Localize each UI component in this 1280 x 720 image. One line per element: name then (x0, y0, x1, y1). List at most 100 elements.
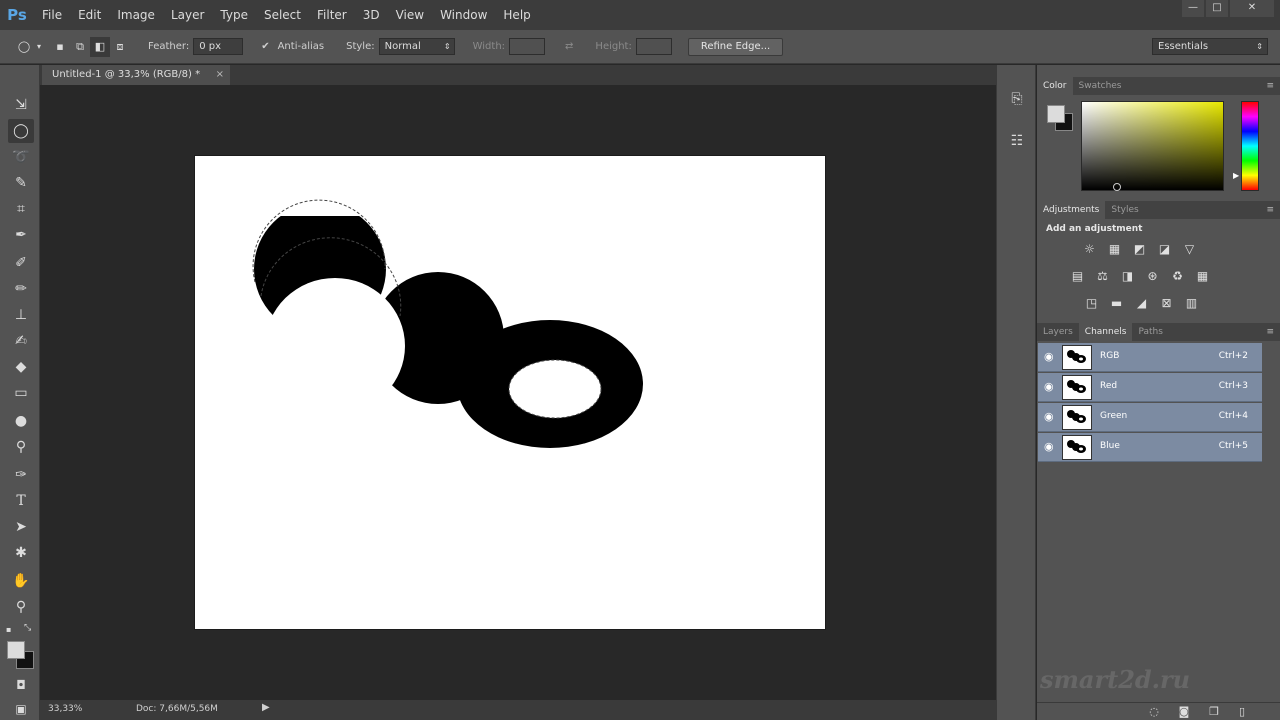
history-brush-icon[interactable]: ✍ (8, 329, 34, 353)
move-icon[interactable]: ⇲ (8, 93, 34, 117)
menu-file[interactable]: File (34, 0, 70, 30)
menu-select[interactable]: Select (256, 0, 309, 30)
channel-row-green[interactable]: ◉ Green Ctrl+4 (1038, 403, 1262, 432)
color-lookup-icon[interactable]: ▦ (1194, 267, 1211, 284)
add-to-selection-icon[interactable]: ⧉ (70, 37, 90, 57)
minimize-button[interactable]: — (1182, 0, 1204, 17)
tab-paths[interactable]: Paths (1132, 323, 1168, 341)
eyedropper-icon[interactable]: ✒ (8, 223, 34, 247)
visibility-eye-icon[interactable]: ◉ (1044, 350, 1054, 363)
default-colors-icon[interactable]: ▪ (6, 625, 11, 634)
channels-panel-menu-icon[interactable]: ≡ (1266, 323, 1274, 341)
elliptical-marquee-preset-icon[interactable]: ◯ (14, 37, 34, 57)
style-select[interactable]: Normal ⇕ (378, 38, 455, 55)
tab-styles[interactable]: Styles (1105, 201, 1144, 219)
tab-channels[interactable]: Channels (1078, 323, 1133, 341)
channel-row-blue[interactable]: ◉ Blue Ctrl+5 (1038, 433, 1262, 462)
close-button[interactable]: ✕ (1230, 0, 1274, 17)
menu-view[interactable]: View (388, 0, 432, 30)
brightness-contrast-icon[interactable]: ☼ (1081, 240, 1098, 257)
gradient-map-icon[interactable]: ▥ (1183, 294, 1200, 311)
selective-color-icon[interactable]: ⊠ (1158, 294, 1175, 311)
workspace-select[interactable]: Essentials ⇕ (1152, 38, 1268, 55)
menu-layer[interactable]: Layer (163, 0, 212, 30)
subtract-from-selection-icon[interactable]: ◧ (90, 36, 110, 57)
black-white-icon[interactable]: ◨ (1119, 267, 1136, 284)
vibrance-icon[interactable]: ▽ (1181, 240, 1198, 257)
tab-adjustments[interactable]: Adjustments (1037, 201, 1106, 219)
tab-color[interactable]: Color (1037, 77, 1073, 95)
path-selection-icon[interactable]: ➤ (8, 515, 34, 539)
levels-icon[interactable]: ▦ (1106, 240, 1123, 257)
height-input[interactable] (635, 38, 672, 55)
delete-channel-icon[interactable]: ▯ (1235, 705, 1249, 719)
hue-slider-handle-icon[interactable]: ▶ (1233, 171, 1239, 180)
lasso-icon[interactable]: ➰ (8, 145, 34, 169)
threshold-icon[interactable]: ◢ (1133, 294, 1150, 311)
pen-icon[interactable]: ✑ (8, 463, 34, 487)
posterize-icon[interactable]: ▬ (1108, 294, 1125, 311)
channel-row-red[interactable]: ◉ Red Ctrl+3 (1038, 373, 1262, 402)
curves-icon[interactable]: ◩ (1131, 240, 1148, 257)
quick-mask-icon[interactable]: ◘ (8, 673, 34, 697)
visibility-eye-icon[interactable]: ◉ (1044, 440, 1054, 453)
tab-swatches[interactable]: Swatches (1073, 77, 1128, 95)
hue-slider[interactable] (1241, 101, 1259, 191)
feather-input[interactable]: 0 px (193, 38, 244, 55)
maximize-button[interactable]: □ (1206, 0, 1228, 17)
color-picker-ring-icon[interactable] (1113, 183, 1121, 191)
zoom-level[interactable]: 33,33% (48, 704, 82, 714)
clone-stamp-icon[interactable]: ⊥ (8, 303, 34, 327)
foreground-color-swatch[interactable] (7, 641, 25, 659)
menu-edit[interactable]: Edit (70, 0, 109, 30)
brush-icon[interactable]: ✏ (8, 277, 34, 301)
menu-type[interactable]: Type (212, 0, 256, 30)
crop-icon[interactable]: ⌗ (8, 197, 34, 221)
hue-saturation-icon[interactable]: ▤ (1069, 267, 1086, 284)
channel-row-rgb[interactable]: ◉ RGB Ctrl+2 (1038, 343, 1262, 372)
menu-filter[interactable]: Filter (309, 0, 355, 30)
blur-icon[interactable]: ● (8, 409, 34, 433)
new-channel-icon[interactable]: ❐ (1207, 705, 1221, 719)
intersect-selection-icon[interactable]: ⧈ (110, 37, 130, 57)
menu-image[interactable]: Image (109, 0, 163, 30)
properties-panel-icon[interactable]: ☷ (1005, 129, 1029, 153)
visibility-eye-icon[interactable]: ◉ (1044, 380, 1054, 393)
close-tab-icon[interactable]: × (216, 65, 224, 85)
type-icon[interactable]: T (8, 489, 34, 513)
document-canvas[interactable] (195, 156, 825, 629)
zoom-icon[interactable]: ⚲ (8, 595, 34, 619)
color-spectrum-field[interactable] (1081, 101, 1224, 191)
screen-mode-icon[interactable]: ▣ (8, 697, 34, 720)
gradient-icon[interactable]: ▭ (8, 381, 34, 405)
photo-filter-icon[interactable]: ⊛ (1144, 267, 1161, 284)
menu-window[interactable]: Window (432, 0, 495, 30)
history-panel-icon[interactable]: ⎘ (1005, 87, 1029, 111)
swap-dimensions-icon[interactable]: ⇄ (565, 41, 573, 52)
new-selection-icon[interactable]: ▪ (50, 37, 70, 57)
channel-mixer-icon[interactable]: ♻ (1169, 267, 1186, 284)
width-input[interactable] (509, 38, 546, 55)
shape-icon[interactable]: ✱ (8, 541, 34, 565)
preset-dropdown-icon[interactable]: ▾ (34, 37, 44, 57)
swap-colors-icon[interactable]: ⤡ (24, 623, 31, 633)
healing-brush-icon[interactable]: ✐ (8, 251, 34, 275)
anti-alias-checkbox-icon[interactable]: ✔ (261, 41, 269, 52)
refine-edge-button[interactable]: Refine Edge... (687, 37, 784, 56)
color-panel-menu-icon[interactable]: ≡ (1266, 77, 1274, 95)
hand-icon[interactable]: ✋ (8, 569, 34, 593)
menu-help[interactable]: Help (495, 0, 538, 30)
adjustments-panel-menu-icon[interactable]: ≡ (1266, 201, 1274, 219)
document-tab[interactable]: Untitled-1 @ 33,3% (RGB/8) * × (42, 65, 230, 85)
quick-selection-icon[interactable]: ✎ (8, 171, 34, 195)
menu-3d[interactable]: 3D (355, 0, 388, 30)
color-balance-icon[interactable]: ⚖ (1094, 267, 1111, 284)
eraser-icon[interactable]: ◆ (8, 355, 34, 379)
elliptical-marquee-icon[interactable]: ◯ (8, 119, 34, 143)
visibility-eye-icon[interactable]: ◉ (1044, 410, 1054, 423)
save-selection-channel-icon[interactable]: ◙ (1177, 705, 1191, 719)
dodge-icon[interactable]: ⚲ (8, 435, 34, 459)
invert-icon[interactable]: ◳ (1083, 294, 1100, 311)
color-foreground-swatch[interactable] (1047, 105, 1065, 123)
tab-layers[interactable]: Layers (1037, 323, 1079, 341)
